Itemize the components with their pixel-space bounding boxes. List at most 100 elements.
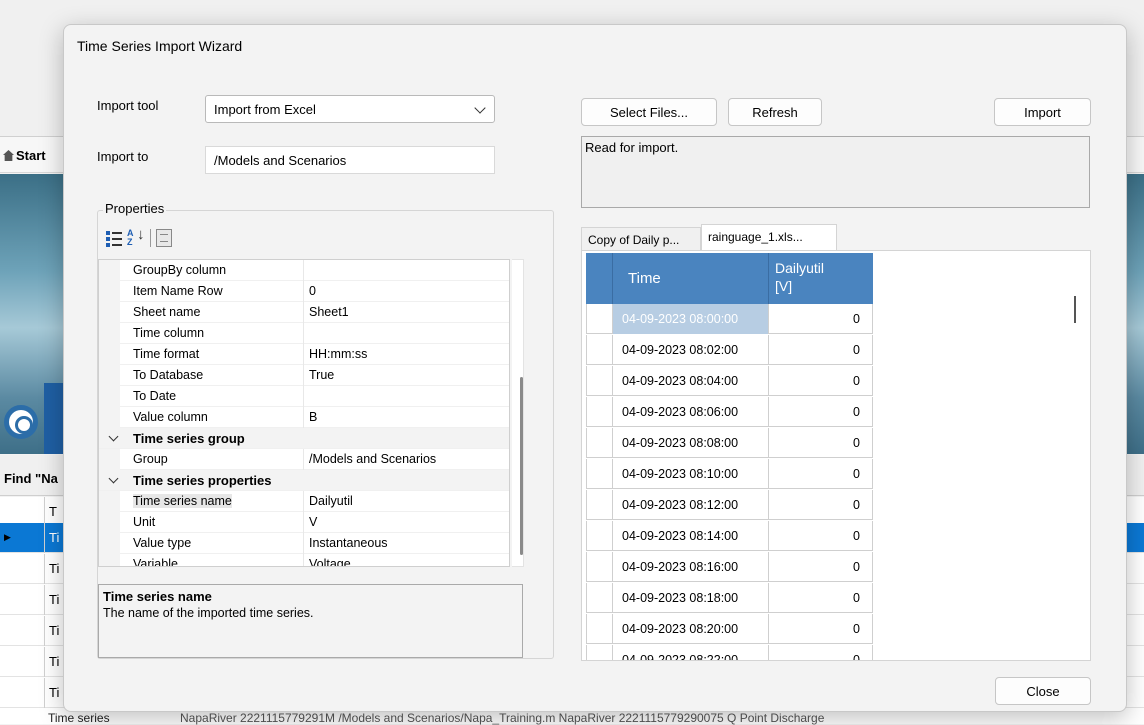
value-column-unit: [V] (775, 278, 793, 294)
property-row[interactable]: To Date (99, 386, 509, 407)
value-column-name: Dailyutil (775, 260, 825, 276)
table-row[interactable]: 04-09-2023 08:04:00 0 (586, 366, 873, 396)
time-cell[interactable]: 04-09-2023 08:08:00 (613, 428, 769, 458)
time-cell[interactable]: 04-09-2023 08:04:00 (613, 366, 769, 396)
property-value: True (309, 368, 335, 382)
property-name: Group (133, 452, 168, 466)
property-name: Time format (133, 347, 200, 361)
time-cell[interactable]: 04-09-2023 08:00:00 (613, 304, 769, 334)
property-name: To Date (133, 389, 177, 403)
table-header-gutter (586, 253, 613, 304)
tab-rainguage[interactable]: rainguage_1.xls... (701, 224, 837, 251)
table-row[interactable]: 04-09-2023 08:00:00 0 (586, 304, 873, 334)
property-row[interactable]: To Database True (99, 365, 509, 386)
category-name: Time series group (133, 431, 245, 446)
categorized-view-icon[interactable] (106, 229, 122, 247)
time-cell[interactable]: 04-09-2023 08:14:00 (613, 521, 769, 551)
value-cell[interactable]: 0 (769, 335, 873, 365)
tab-copy-of-daily[interactable]: Copy of Daily p... (581, 227, 701, 251)
dialog-title: Time Series Import Wizard (77, 38, 243, 54)
property-row[interactable]: Time format HH:mm:ss (99, 344, 509, 365)
value-cell[interactable]: 0 (769, 397, 873, 427)
value-cell[interactable]: 0 (769, 552, 873, 582)
property-row[interactable]: Value type Instantaneous (99, 533, 509, 554)
property-row[interactable]: GroupBy column (99, 260, 509, 281)
property-value: HH:mm:ss (309, 347, 368, 361)
refresh-button[interactable]: Refresh (728, 98, 822, 126)
table-scroll-thumb[interactable] (1074, 296, 1076, 323)
value-cell[interactable]: 0 (769, 428, 873, 458)
property-row[interactable]: Value column B (99, 407, 509, 428)
property-name: To Database (133, 368, 204, 382)
value-cell[interactable]: 0 (769, 366, 873, 396)
start-tab-label: Start (16, 148, 46, 163)
import-wizard-dialog: Time Series Import Wizard Import tool Im… (63, 24, 1127, 712)
property-name: Variable (133, 557, 178, 567)
value-cell[interactable]: 0 (769, 583, 873, 613)
time-cell[interactable]: 04-09-2023 08:16:00 (613, 552, 769, 582)
import-to-field[interactable]: /Models and Scenarios (205, 146, 495, 174)
value-cell[interactable]: 0 (769, 304, 873, 334)
table-row[interactable]: 04-09-2023 08:12:00 0 (586, 490, 873, 520)
import-tool-dropdown[interactable]: Import from Excel (205, 95, 495, 123)
property-name: Value column (133, 410, 208, 424)
results-last-row-label: Time series (48, 711, 110, 725)
table-row[interactable]: 04-09-2023 08:02:00 0 (586, 335, 873, 365)
collapse-caret-icon[interactable] (108, 473, 119, 484)
status-box: Read for import. (581, 136, 1090, 208)
close-button[interactable]: Close (995, 677, 1091, 705)
property-value: 0 (309, 284, 316, 298)
import-button[interactable]: Import (994, 98, 1091, 126)
category-name: Time series properties (133, 473, 272, 488)
time-cell[interactable]: 04-09-2023 08:02:00 (613, 335, 769, 365)
time-cell[interactable]: 04-09-2023 08:22:00 (613, 645, 769, 660)
property-row[interactable]: Sheet name Sheet1 (99, 302, 509, 323)
property-name: Unit (133, 515, 156, 529)
time-cell[interactable]: 04-09-2023 08:06:00 (613, 397, 769, 427)
value-cell[interactable]: 0 (769, 490, 873, 520)
property-row[interactable]: Time column (99, 323, 509, 344)
time-cell[interactable]: 04-09-2023 08:12:00 (613, 490, 769, 520)
property-category-row[interactable]: Time series properties (99, 470, 509, 491)
value-cell[interactable]: 0 (769, 645, 873, 660)
time-cell[interactable]: 04-09-2023 08:18:00 (613, 583, 769, 613)
value-cell[interactable]: 0 (769, 459, 873, 489)
table-row[interactable]: 04-09-2023 08:20:00 0 (586, 614, 873, 644)
property-grid-scroll-thumb[interactable] (520, 377, 523, 555)
time-cell[interactable]: 04-09-2023 08:10:00 (613, 459, 769, 489)
table-row[interactable]: 04-09-2023 08:16:00 0 (586, 552, 873, 582)
toolbar-separator (150, 229, 151, 247)
property-row-selected[interactable]: Time series name Dailyutil (99, 491, 509, 512)
table-row[interactable]: 04-09-2023 08:08:00 0 (586, 428, 873, 458)
property-row[interactable]: Item Name Row 0 (99, 281, 509, 302)
property-name: GroupBy column (133, 263, 227, 277)
table-row[interactable]: 04-09-2023 08:18:00 0 (586, 583, 873, 613)
table-header: Time Dailyutil [V] (586, 253, 873, 304)
property-row[interactable]: Group/Models and Scenarios (99, 449, 509, 470)
import-tool-label: Import tool (97, 98, 159, 113)
value-cell[interactable]: 0 (769, 614, 873, 644)
app-logo-icon (4, 405, 38, 439)
table-row[interactable]: 04-09-2023 08:10:00 0 (586, 459, 873, 489)
value-column-header[interactable]: Dailyutil [V] (769, 253, 873, 304)
property-category-row[interactable]: Time series group (99, 428, 509, 449)
property-pages-icon[interactable] (156, 229, 172, 247)
current-row-marker-icon: ▶ (4, 532, 11, 542)
table-scrollbar[interactable] (1078, 251, 1090, 660)
time-cell[interactable]: 04-09-2023 08:20:00 (613, 614, 769, 644)
alphabetical-sort-icon[interactable]: A Z ↓ (127, 227, 145, 247)
property-name: Value type (133, 536, 192, 550)
import-to-label: Import to (97, 149, 149, 164)
table-row[interactable]: 04-09-2023 08:14:00 0 (586, 521, 873, 551)
property-name: Item Name Row (133, 284, 223, 298)
value-cell[interactable]: 0 (769, 521, 873, 551)
table-row[interactable]: 04-09-2023 08:06:00 0 (586, 397, 873, 427)
start-tab[interactable]: Start (3, 148, 46, 163)
property-row[interactable]: Unit V (99, 512, 509, 533)
description-title: Time series name (103, 589, 212, 604)
collapse-caret-icon[interactable] (108, 431, 119, 442)
table-row[interactable]: 04-09-2023 08:22:00 0 (586, 645, 873, 660)
select-files-button[interactable]: Select Files... (581, 98, 717, 126)
time-column-header[interactable]: Time (613, 253, 769, 304)
property-row[interactable]: Variable Voltage (99, 554, 509, 567)
